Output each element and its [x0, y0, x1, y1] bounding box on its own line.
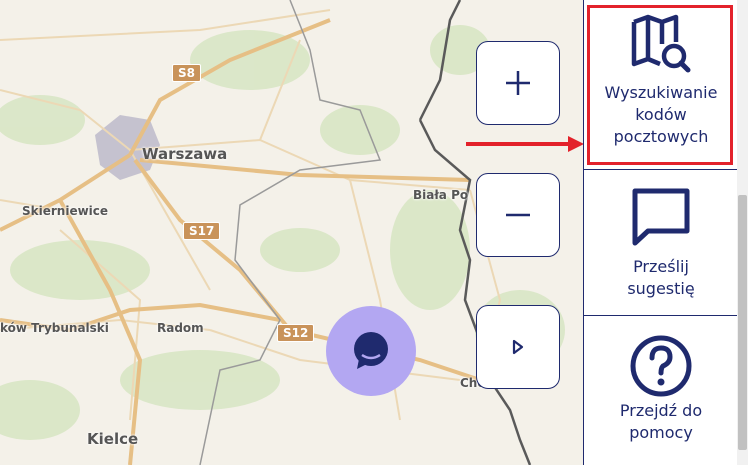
city-label-warszawa: Warszawa	[142, 145, 228, 163]
postal-code-search-label: Wyszukiwanie kodów pocztowych	[604, 83, 718, 146]
help-label: Przejdź do pomocy	[619, 401, 703, 442]
minus-icon	[506, 213, 530, 217]
road-label-s8: S8	[172, 64, 201, 82]
scrollbar[interactable]	[737, 0, 748, 465]
city-label-skierniewice: Skierniewice	[22, 204, 109, 218]
side-panel: Wyszukiwanie kodów pocztowych Prześlij s…	[583, 0, 738, 465]
chat-button[interactable]	[326, 306, 416, 396]
question-circle-icon	[630, 335, 692, 397]
city-label-radom: Radom	[157, 321, 204, 335]
help-button[interactable]: Przejdź do pomocy	[584, 334, 738, 444]
send-suggestion-button[interactable]: Prześlij sugestię	[584, 186, 738, 300]
caret-right-icon	[512, 339, 524, 355]
chat-bubble-icon	[354, 332, 388, 369]
panel-divider	[584, 169, 738, 170]
city-label-trybunalski: ków Trybunalski	[0, 321, 109, 335]
scrollbar-thumb[interactable]	[738, 195, 747, 450]
zoom-in-button[interactable]	[476, 41, 560, 125]
road-label-s17: S17	[183, 222, 221, 240]
plus-icon	[506, 71, 530, 95]
expand-panel-button[interactable]	[476, 305, 560, 389]
postal-code-search-button[interactable]: Wyszukiwanie kodów pocztowych	[584, 14, 738, 148]
road-label-s12: S12	[277, 324, 315, 342]
send-suggestion-label: Prześlij sugestię	[627, 257, 695, 298]
city-label-kielce: Kielce	[87, 430, 139, 448]
speech-bubble-icon	[632, 188, 690, 246]
map-search-icon	[631, 14, 691, 73]
panel-divider	[584, 315, 738, 316]
city-label-biala: Biała Po	[413, 188, 469, 202]
zoom-out-button[interactable]	[476, 173, 560, 257]
